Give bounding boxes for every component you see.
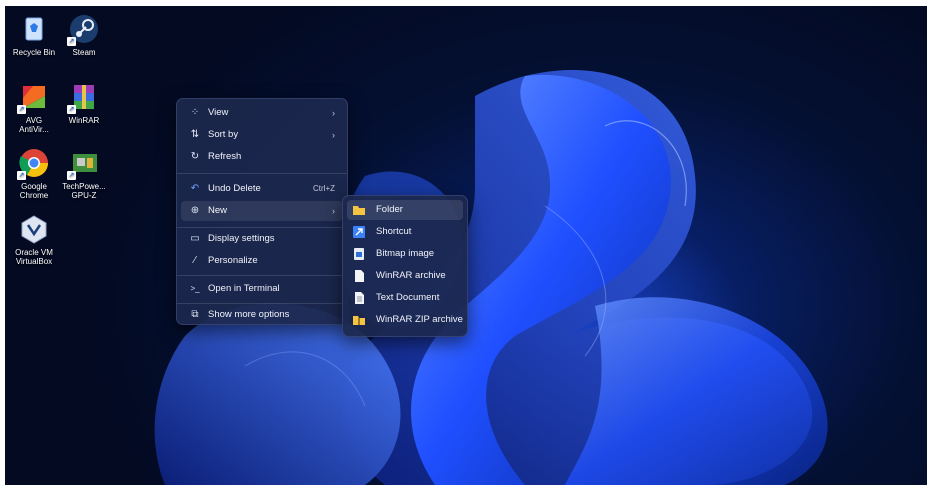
menu-item-accelerator: Ctrl+Z bbox=[313, 184, 335, 193]
shortcut-arrow-icon: ↗ bbox=[67, 171, 76, 180]
plus-circle-icon: ⊕ bbox=[190, 205, 200, 216]
menu-item-show-more-options[interactable]: ⧉ Show more options bbox=[181, 307, 343, 323]
menu-item-label: Personalize bbox=[208, 255, 258, 266]
menu-item-label: Show more options bbox=[208, 309, 290, 320]
shortcut-arrow-icon: ↗ bbox=[67, 37, 76, 46]
chrome-icon: ↗ bbox=[17, 146, 51, 180]
submenu-item-folder[interactable]: Folder bbox=[347, 200, 463, 220]
desktop-icon-label: Recycle Bin bbox=[12, 48, 56, 57]
chevron-right-icon: › bbox=[332, 108, 335, 118]
folder-icon bbox=[353, 204, 365, 216]
brush-icon: ⁄ bbox=[194, 255, 196, 266]
menu-separator bbox=[177, 275, 347, 276]
submenu-item-shortcut[interactable]: Shortcut bbox=[347, 222, 463, 242]
menu-item-label: Display settings bbox=[208, 233, 275, 244]
desktop-icon-label: TechPowe... GPU-Z bbox=[62, 182, 106, 200]
desktop-icon-winrar[interactable]: ↗ WinRAR bbox=[55, 80, 113, 125]
shortcut-arrow-icon: ↗ bbox=[17, 171, 26, 180]
winrar-icon: ↗ bbox=[67, 80, 101, 114]
menu-item-new[interactable]: ⊕ New › bbox=[181, 201, 343, 221]
sort-icon: ⇅ bbox=[190, 129, 200, 140]
menu-separator bbox=[177, 227, 347, 228]
desktop[interactable]: Recycle Bin ↗ Steam ↗ AVG AntiVir... ↗ W… bbox=[5, 6, 927, 485]
gpu-z-icon: ↗ bbox=[67, 146, 101, 180]
chevron-right-icon: › bbox=[332, 130, 335, 140]
desktop-icon-gpu-z[interactable]: ↗ TechPowe... GPU-Z bbox=[55, 146, 113, 200]
undo-icon: ↶ bbox=[190, 183, 200, 194]
steam-icon: ↗ bbox=[67, 12, 101, 46]
desktop-icon-label: Google Chrome bbox=[19, 182, 49, 200]
submenu-item-winrar-zip-archive[interactable]: WinRAR ZIP archive bbox=[347, 310, 463, 330]
menu-separator bbox=[177, 303, 347, 304]
menu-item-label: Undo Delete bbox=[208, 183, 261, 194]
menu-item-refresh[interactable]: ↻ Refresh bbox=[181, 147, 343, 167]
desktop-icon-label: AVG AntiVir... bbox=[19, 116, 49, 134]
menu-item-label: Refresh bbox=[208, 151, 242, 162]
desktop-icon-virtualbox[interactable]: Oracle VM VirtualBox bbox=[5, 212, 63, 266]
desktop-icon-label: Oracle VM VirtualBox bbox=[15, 248, 53, 266]
menu-separator bbox=[177, 173, 347, 174]
submenu-item-winrar-archive[interactable]: WinRAR archive bbox=[347, 266, 463, 286]
grid-icon: ⁘ bbox=[190, 107, 200, 118]
terminal-icon: >_ bbox=[190, 284, 200, 293]
shortcut-arrow-icon: ↗ bbox=[67, 105, 76, 114]
submenu-item-label: Shortcut bbox=[376, 226, 412, 237]
zip-folder-icon bbox=[353, 314, 365, 326]
menu-item-view[interactable]: ⁘ View › bbox=[181, 103, 343, 123]
submenu-item-label: Folder bbox=[376, 204, 403, 215]
submenu-item-text-document[interactable]: Text Document bbox=[347, 288, 463, 308]
document-icon bbox=[353, 270, 365, 282]
recycle-bin-icon bbox=[17, 12, 51, 46]
menu-item-label: View bbox=[208, 107, 229, 118]
bitmap-icon bbox=[353, 248, 365, 260]
shortcut-icon bbox=[353, 226, 365, 238]
context-menu: ⁘ View › ⇅ Sort by › ↻ Refresh ↶ Undo De… bbox=[176, 98, 348, 325]
menu-item-sort-by[interactable]: ⇅ Sort by › bbox=[181, 125, 343, 145]
menu-item-open-in-terminal[interactable]: >_ Open in Terminal bbox=[181, 279, 343, 299]
menu-item-label: Open in Terminal bbox=[208, 283, 280, 294]
menu-item-personalize[interactable]: ⁄ Personalize bbox=[181, 251, 343, 271]
menu-item-display-settings[interactable]: ▭ Display settings bbox=[181, 229, 343, 249]
virtualbox-icon bbox=[17, 212, 51, 246]
desktop-icon-label: WinRAR bbox=[68, 116, 100, 125]
shortcut-arrow-icon: ↗ bbox=[17, 105, 26, 114]
menu-item-undo-delete[interactable]: ↶ Undo Delete Ctrl+Z bbox=[181, 179, 343, 199]
refresh-icon: ↻ bbox=[190, 151, 200, 162]
desktop-icon-steam[interactable]: ↗ Steam bbox=[55, 12, 113, 57]
desktop-icon-label: Steam bbox=[72, 48, 96, 57]
avg-antivirus-icon: ↗ bbox=[17, 80, 51, 114]
submenu-item-bitmap-image[interactable]: Bitmap image bbox=[347, 244, 463, 264]
more-options-icon: ⧉ bbox=[191, 309, 199, 320]
menu-item-label: Sort by bbox=[208, 129, 239, 140]
menu-item-label: New bbox=[208, 205, 228, 216]
submenu-item-label: WinRAR archive bbox=[376, 270, 446, 281]
submenu-item-label: Text Document bbox=[376, 292, 440, 303]
new-submenu: Folder Shortcut Bitmap image WinRAR arch… bbox=[342, 195, 468, 337]
text-document-icon bbox=[353, 292, 365, 304]
display-icon: ▭ bbox=[190, 233, 200, 244]
chevron-right-icon: › bbox=[332, 206, 335, 216]
submenu-item-label: Bitmap image bbox=[376, 248, 435, 259]
submenu-item-label: WinRAR ZIP archive bbox=[376, 314, 463, 325]
